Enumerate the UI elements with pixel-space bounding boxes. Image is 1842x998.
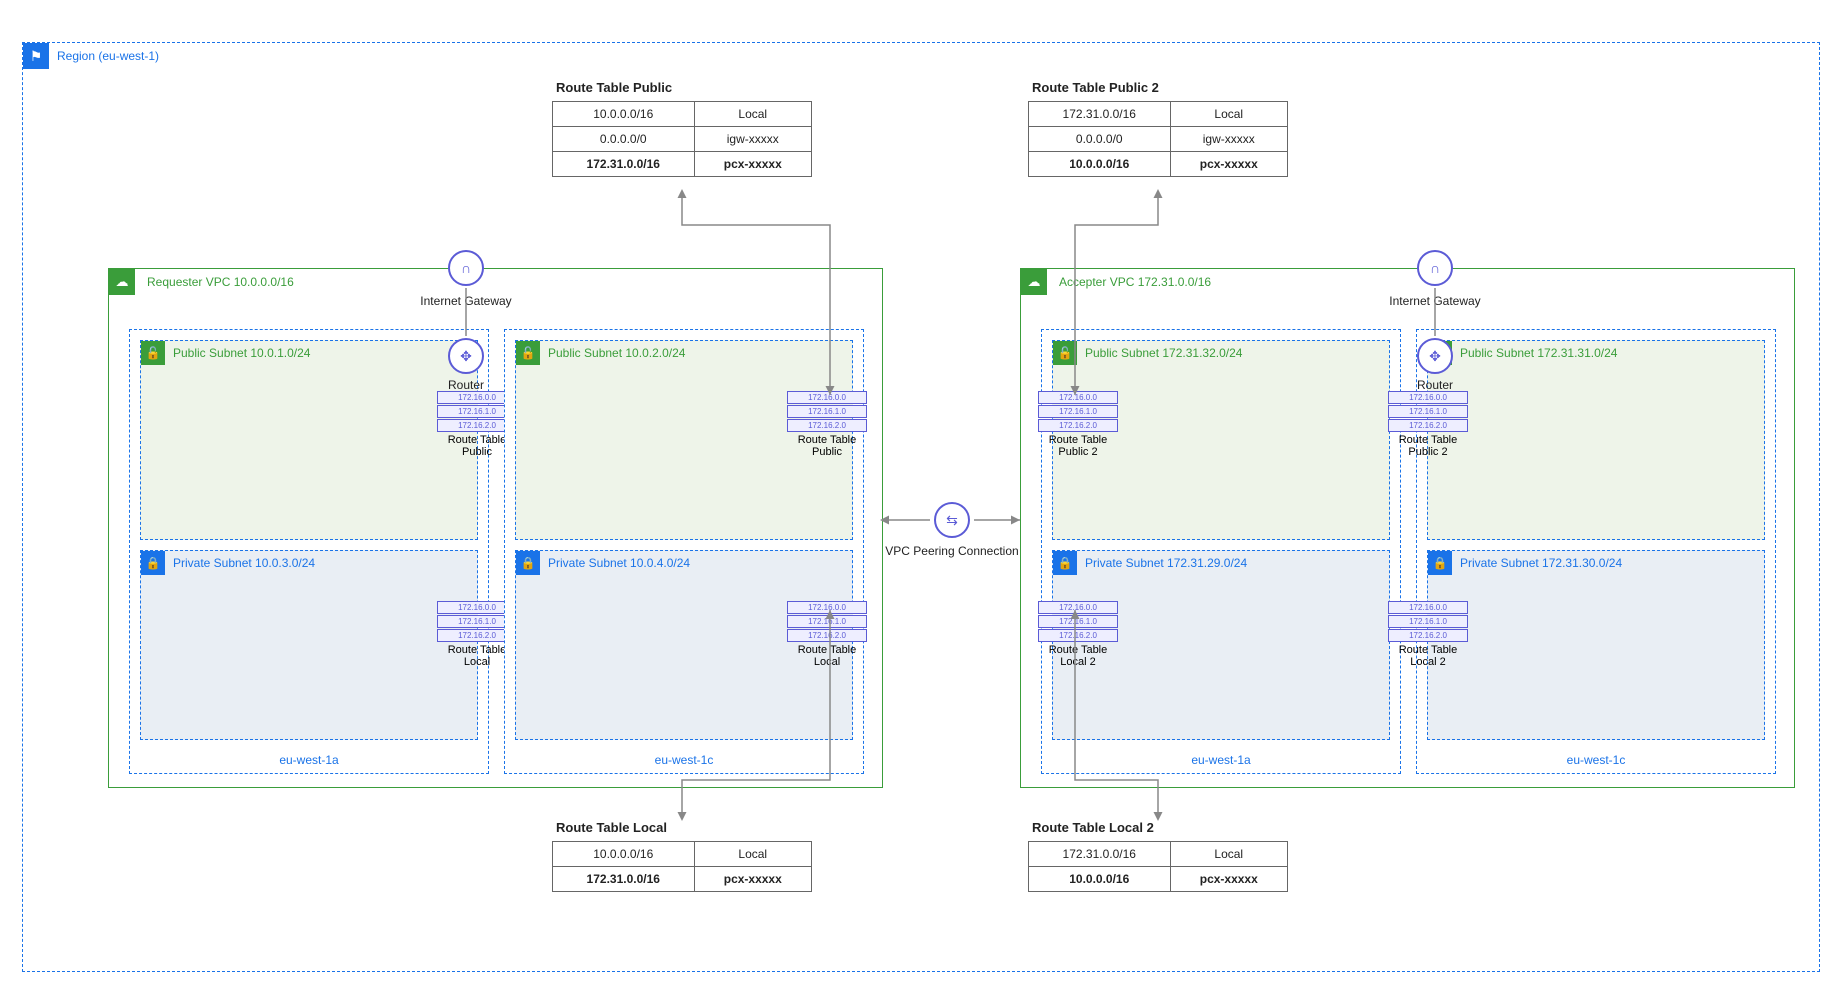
subnet-label: Public Subnet 10.0.1.0/24 [173,346,310,360]
internet-gateway-icon: ∩ [448,250,484,286]
vpc-peering-icon: ⇆ [934,502,970,538]
lock-icon: 🔒 [141,551,165,575]
rt-mini-local: 172.16.0.0 172.16.1.0 172.16.2.0 Route T… [1388,601,1468,668]
vpc-header: ☁ Accepter VPC 172.31.0.0/16 [1021,269,1215,295]
rt-mini-public: 172.16.0.0 172.16.1.0 172.16.2.0 Route T… [787,391,867,458]
vpc-label: Requester VPC 10.0.0.0/16 [143,269,298,295]
subnet-public: 🔓 Public Subnet 172.31.32.0/24 172.16.0.… [1052,340,1390,540]
route-table-local-right: Route Table Local 2 172.31.0.0/16Local 1… [1028,820,1288,892]
lock-open-icon: 🔓 [141,341,165,365]
subnet-label: Private Subnet 10.0.4.0/24 [548,556,690,570]
lock-icon: 🔒 [1053,551,1077,575]
vpc-peering-label: VPC Peering Connection [872,544,1032,558]
subnet-header: 🔓 Public Subnet 172.31.31.0/24 [1428,341,1764,365]
subnet-label: Private Subnet 10.0.3.0/24 [173,556,315,570]
igw-label: Internet Gateway [386,294,546,308]
router-label: Router [1355,378,1515,392]
region-label: Region (eu-west-1) [57,49,159,63]
subnet-header: 🔓 Public Subnet 10.0.2.0/24 [516,341,852,365]
subnet-label: Private Subnet 172.31.30.0/24 [1460,556,1622,570]
rt-mini-public: 172.16.0.0 172.16.1.0 172.16.2.0 Route T… [1388,391,1468,458]
route-table-public-right: Route Table Public 2 172.31.0.0/16Local … [1028,80,1288,177]
az-box: 🔓 Public Subnet 172.31.32.0/24 172.16.0.… [1041,329,1401,774]
igw-label: Internet Gateway [1355,294,1515,308]
cloud-icon: ☁ [109,269,135,295]
lock-icon: 🔒 [1428,551,1452,575]
subnet-label: Public Subnet 10.0.2.0/24 [548,346,685,360]
rt-grid: 172.31.0.0/16Local 0.0.0.0/0igw-xxxxx 10… [1028,101,1288,177]
subnet-public: 🔓 Public Subnet 172.31.31.0/24 172.16.0.… [1427,340,1765,540]
rt-title: Route Table Local 2 [1028,820,1288,835]
rt-grid: 172.31.0.0/16Local 10.0.0.0/16pcx-xxxxx [1028,841,1288,892]
cloud-icon: ☁ [1021,269,1047,295]
az-label: eu-west-1a [130,753,488,767]
subnet-label: Public Subnet 172.31.32.0/24 [1085,346,1242,360]
subnet-private: 🔒 Private Subnet 172.31.30.0/24 172.16.0… [1427,550,1765,740]
az-box: 🔓 Public Subnet 10.0.1.0/24 172.16.0.0 1… [129,329,489,774]
subnet-header: 🔓 Public Subnet 172.31.32.0/24 [1053,341,1389,365]
router-label: Router [386,378,546,392]
subnet-private: 🔒 Private Subnet 172.31.29.0/24 172.16.0… [1052,550,1390,740]
lock-open-icon: 🔓 [1053,341,1077,365]
az-label: eu-west-1a [1042,753,1400,767]
lock-open-icon: 🔓 [516,341,540,365]
region-header: ⚑ Region (eu-west-1) [23,43,159,69]
subnet-private: 🔒 Private Subnet 10.0.3.0/24 172.16.0.0 … [140,550,478,740]
az-label: eu-west-1c [1417,753,1775,767]
subnet-label: Private Subnet 172.31.29.0/24 [1085,556,1247,570]
rt-mini-local: 172.16.0.0 172.16.1.0 172.16.2.0 Route T… [787,601,867,668]
lock-icon: 🔒 [516,551,540,575]
rt-title: Route Table Local [552,820,812,835]
rt-title: Route Table Public [552,80,812,95]
internet-gateway-icon: ∩ [1417,250,1453,286]
az-label: eu-west-1c [505,753,863,767]
subnet-public: 🔓 Public Subnet 10.0.1.0/24 172.16.0.0 1… [140,340,478,540]
subnet-label: Public Subnet 172.31.31.0/24 [1460,346,1617,360]
vpc-label: Accepter VPC 172.31.0.0/16 [1055,269,1215,295]
subnet-public: 🔓 Public Subnet 10.0.2.0/24 172.16.0.0 1… [515,340,853,540]
subnet-header: 🔒 Private Subnet 172.31.30.0/24 [1428,551,1764,575]
rt-grid: 10.0.0.0/16Local 0.0.0.0/0igw-xxxxx 172.… [552,101,812,177]
vpc-accepter: ☁ Accepter VPC 172.31.0.0/16 🔓 Public Su… [1020,268,1795,788]
az-box: 🔓 Public Subnet 172.31.31.0/24 172.16.0.… [1416,329,1776,774]
subnet-header: 🔒 Private Subnet 172.31.29.0/24 [1053,551,1389,575]
route-table-local-left: Route Table Local 10.0.0.0/16Local 172.3… [552,820,812,892]
vpc-requester: ☁ Requester VPC 10.0.0.0/16 🔓 Public Sub… [108,268,883,788]
router-icon: ✥ [448,338,484,374]
subnet-header: 🔒 Private Subnet 10.0.4.0/24 [516,551,852,575]
route-table-public-left: Route Table Public 10.0.0.0/16Local 0.0.… [552,80,812,177]
az-box: 🔓 Public Subnet 10.0.2.0/24 172.16.0.0 1… [504,329,864,774]
rt-mini-local: 172.16.0.0 172.16.1.0 172.16.2.0 Route T… [1038,601,1118,668]
subnet-private: 🔒 Private Subnet 10.0.4.0/24 172.16.0.0 … [515,550,853,740]
subnet-header: 🔒 Private Subnet 10.0.3.0/24 [141,551,477,575]
router-icon: ✥ [1417,338,1453,374]
flag-icon: ⚑ [23,43,49,69]
rt-title: Route Table Public 2 [1028,80,1288,95]
subnet-header: 🔓 Public Subnet 10.0.1.0/24 [141,341,477,365]
rt-mini-public: 172.16.0.0 172.16.1.0 172.16.2.0 Route T… [1038,391,1118,458]
vpc-header: ☁ Requester VPC 10.0.0.0/16 [109,269,298,295]
rt-grid: 10.0.0.0/16Local 172.31.0.0/16pcx-xxxxx [552,841,812,892]
